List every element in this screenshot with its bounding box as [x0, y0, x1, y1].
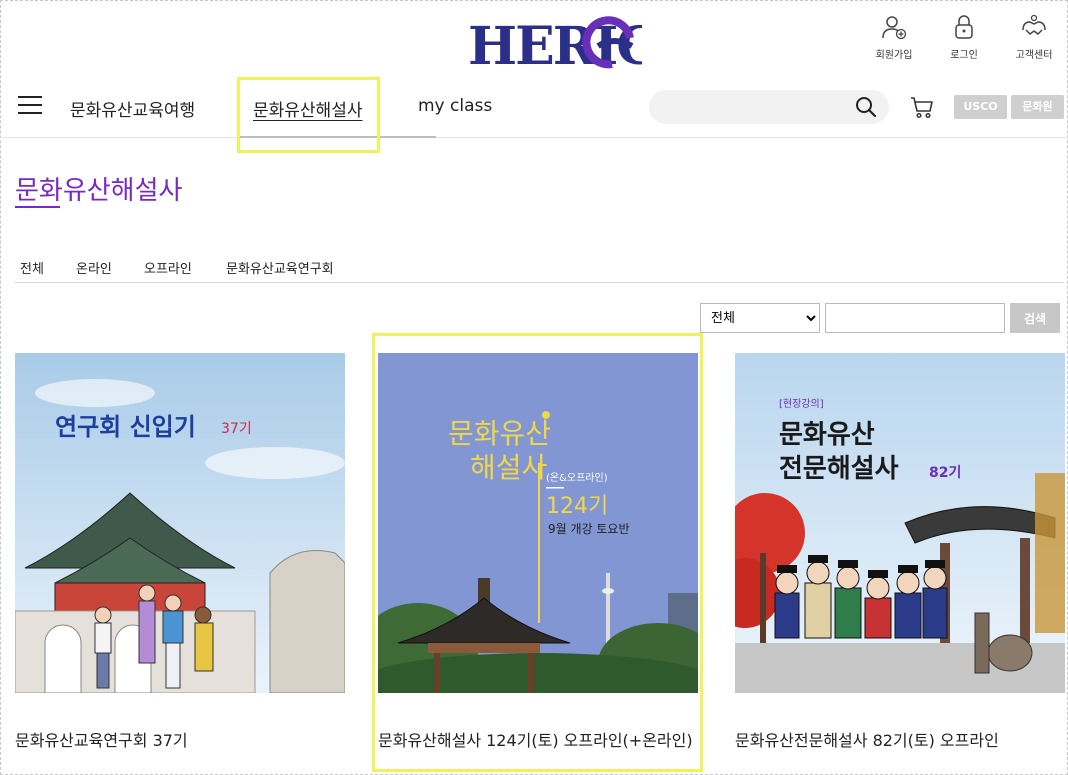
support-label: 고객센터 — [1015, 50, 1053, 61]
menu-icon[interactable] — [18, 96, 42, 114]
course-title[interactable]: 문화유산교육연구회 37기 — [15, 730, 340, 752]
course-thumbnail-research[interactable]: 연구회 신입기 37기 — [15, 353, 345, 693]
course-title[interactable]: 문화유산전문해설사 82기(토) 오프라인 — [735, 730, 1060, 752]
course-card-guide-124[interactable]: 문화유산 해설사 (온&오프라인) 124기 9월 개강 토요반 문화유산해설사… — [378, 353, 708, 750]
tab-offline[interactable]: 오프라인 — [144, 258, 192, 277]
signup-label: 회원가입 — [875, 50, 913, 61]
lock-icon — [955, 15, 973, 39]
signup-link[interactable]: 회원가입 — [864, 14, 924, 61]
course-card-expert-guide[interactable]: [현장강의] 문화유산 전문해설사 82기 문화유산전문해설사 82기(토) 오… — [735, 353, 1065, 750]
nav-item-heritage-guide[interactable]: 문화유산해설사 — [253, 96, 362, 121]
login-link[interactable]: 로그인 — [934, 14, 994, 61]
nav-active-indicator — [238, 136, 436, 138]
course-thumbnail-expert-guide[interactable]: [현장강의] 문화유산 전문해설사 82기 — [735, 353, 1065, 693]
thumb-mode: (온&오프라인) — [546, 472, 608, 484]
thumb-sub: 9월 개강 토요반 — [548, 522, 630, 536]
course-card-research[interactable]: 연구회 신입기 37기 문화유산교육연구회 37기 — [15, 353, 345, 750]
thumb-number: 82기 — [929, 465, 961, 481]
thumb-tag: [현장강의] — [779, 398, 824, 410]
cart-icon[interactable] — [909, 94, 935, 120]
thumb-line2: 해설사 — [470, 451, 547, 484]
nav-item-heritage-travel[interactable]: 문화유산교육여행 — [70, 96, 195, 121]
support-icon — [1022, 14, 1046, 35]
tab-research-society[interactable]: 문화유산교육연구회 — [226, 258, 334, 277]
support-link[interactable]: 고객센터 — [1004, 14, 1064, 61]
thumb-line1: 문화유산 — [779, 420, 875, 450]
tab-divider — [15, 282, 1064, 283]
nav-item-my-class[interactable]: my class — [418, 96, 492, 116]
course-title[interactable]: 문화유산해설사 124기(토) 오프라인(+온라인) — [378, 730, 703, 752]
culture-center-button[interactable]: 문화원 — [1011, 95, 1064, 119]
course-thumbnail-guide-124[interactable]: 문화유산 해설사 (온&오프라인) 124기 9월 개강 토요반 — [378, 353, 698, 693]
usco-button[interactable]: USCO — [954, 95, 1007, 119]
tab-all[interactable]: 전체 — [20, 258, 44, 277]
search-icon[interactable] — [854, 95, 878, 119]
thumb-line2: 전문해설사 — [779, 454, 899, 484]
tab-online[interactable]: 온라인 — [76, 258, 112, 277]
search-input[interactable] — [649, 90, 889, 124]
thumb-headline: 연구회 신입기 — [55, 413, 196, 441]
thumb-number: 124기 — [546, 494, 608, 519]
herig-logo[interactable]: HERIG — [462, 8, 642, 74]
thumb-tag: 37기 — [221, 421, 252, 437]
page-title-underline — [15, 206, 60, 208]
thumb-line1: 문화유산 — [448, 417, 551, 450]
keyword-input[interactable] — [825, 303, 1005, 333]
login-label: 로그인 — [950, 50, 978, 61]
nav-divider — [0, 137, 1068, 138]
search-button[interactable]: 검색 — [1010, 303, 1060, 333]
page-title: 문화유산해설사 — [15, 176, 183, 206]
user-add-icon — [882, 16, 907, 40]
category-select[interactable]: 전체 — [700, 303, 820, 333]
